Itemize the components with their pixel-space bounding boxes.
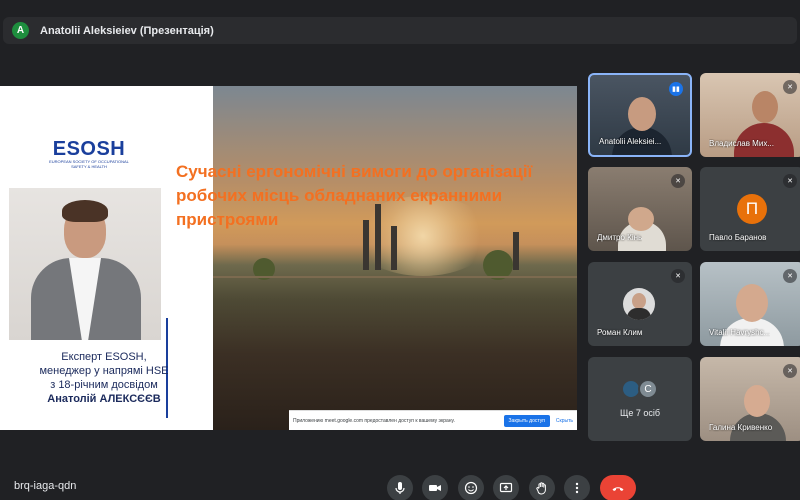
participant-name: Роман Клим [597,328,643,337]
mic-off-icon: ✕ [783,174,797,188]
mic-off-icon: ✕ [783,364,797,378]
present-icon [499,482,513,493]
mic-off-icon: ✕ [671,174,685,188]
mic-off-icon: ✕ [783,269,797,283]
presenter-bar: A Anatolii Aleksieiev (Презентація) [3,17,797,44]
mic-button[interactable] [387,475,413,500]
participant-tile[interactable]: П ✕ Павло Баранов [700,167,800,251]
mic-off-icon: ✕ [783,80,797,94]
participant-name: Anatolii Aleksiei... [599,137,662,146]
speaking-icon: ▮▮ [669,82,683,96]
participant-tile[interactable]: ▮▮ Anatolii Aleksiei... [588,73,692,157]
raise-hand-icon [536,482,546,495]
caption-line: з 18-річним досвідом [50,379,158,391]
speaker-portrait [9,188,161,340]
speaker-caption: Експерт ESOSH, менеджер у напрямі HSE з … [14,350,194,406]
caption-line: Анатолій АЛЕКСЄЄВ [47,393,161,405]
participant-tile[interactable]: ✕ Дмитро Кінь [588,167,692,251]
participant-tile[interactable]: ✕ Роман Клим [588,262,692,346]
raise-hand-button[interactable] [529,475,555,500]
leave-call-button[interactable] [600,475,636,500]
reactions-button[interactable] [458,475,484,500]
screen-share-banner: Приложению meet.google.com предоставлен … [289,410,577,430]
more-vert-icon [575,482,579,494]
participant-tile[interactable]: ✕ Владислав Мих... [700,73,800,157]
caption-line: Експерт ESOSH, [61,351,147,363]
presentation-slide: ESOSH European Society of Occupational S… [0,86,577,430]
share-banner-text: Приложению meet.google.com предоставлен … [293,417,455,424]
presenter-avatar: A [12,22,29,39]
present-button[interactable] [493,475,519,500]
participant-name: Галина Кривенко [709,423,773,432]
slide-title: Сучасні ергономічні вимоги до організаці… [176,162,533,229]
esosh-logo-word: ESOSH [52,138,126,160]
presenter-title: Anatolii Aleksieiev (Презентація) [40,24,214,37]
esosh-logo: ESOSH European Society of Occupational S… [49,139,129,169]
emoji-icon [464,481,478,495]
more-participants-tile[interactable]: C Ще 7 осіб [588,357,692,441]
industrial-landscape-photo [213,86,577,430]
participant-name: Владислав Мих... [709,139,774,148]
participant-avatar: C [638,379,658,399]
slide-left-panel: ESOSH European Society of Occupational S… [0,86,213,430]
hangup-icon [612,487,624,491]
mic-off-icon: ✕ [671,269,685,283]
camera-button[interactable] [422,475,448,500]
stop-sharing-button[interactable]: Закрыть доступ [503,414,550,427]
participant-avatar [623,288,655,320]
participant-name: Павло Баранов [709,233,767,242]
participant-name: Дмитро Кінь [597,233,643,242]
meeting-code: brq-iaga-qdn [14,480,77,492]
participant-tile[interactable]: ✕ Vitalii Havryshc... [700,262,800,346]
participant-name: Vitalii Havryshc... [709,328,771,337]
camera-icon [429,485,441,491]
hide-banner-button[interactable]: Скрыть [556,418,573,424]
participant-avatar: П [737,194,767,224]
more-participants-label: Ще 7 осіб [619,408,661,418]
esosh-logo-subtitle: European Society of Occupational Safety … [49,159,129,169]
more-options-button[interactable] [564,475,590,500]
caption-line: менеджер у напрямі HSE [39,365,169,377]
participant-tile[interactable]: ✕ Галина Кривенко [700,357,800,441]
mic-icon [395,482,405,494]
meet-window: A Anatolii Aleksieiev (Презентація) ESOS… [0,0,800,500]
